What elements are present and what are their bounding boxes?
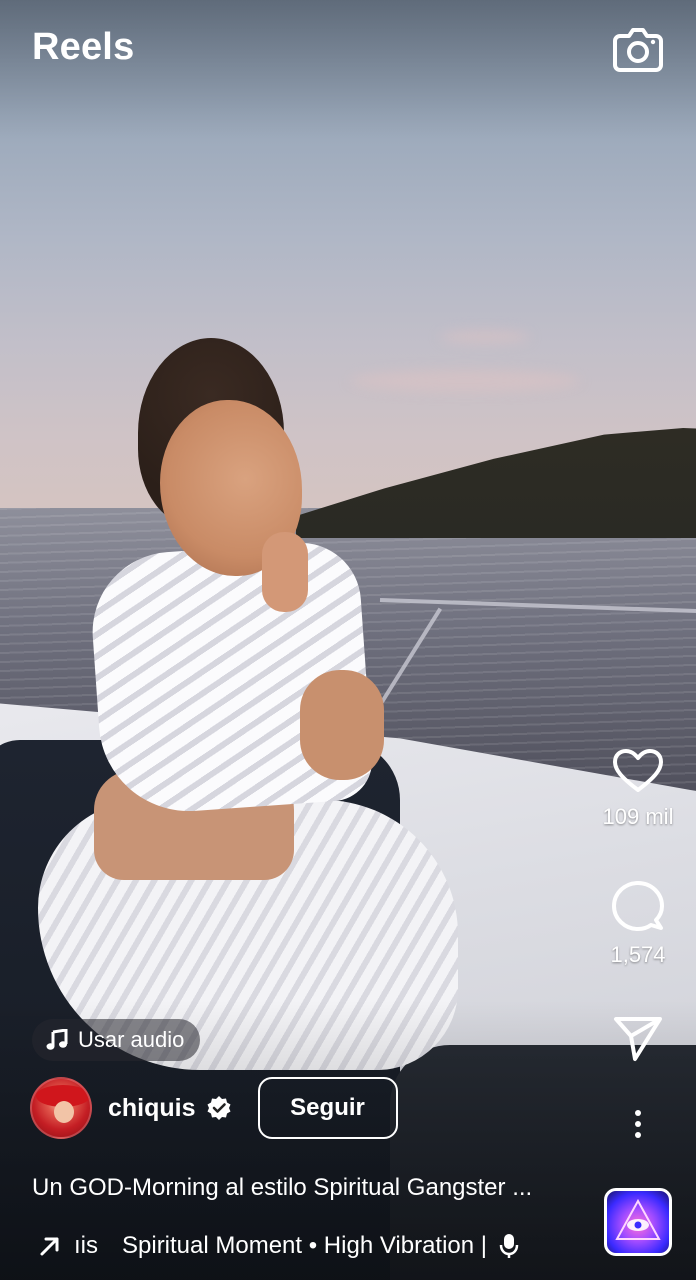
use-audio-button[interactable]: Usar audio: [32, 1019, 201, 1061]
audio-track-name: Spiritual Moment • High Vibration |: [122, 1232, 488, 1259]
more-dot: [635, 1121, 641, 1127]
avatar[interactable]: [30, 1077, 92, 1139]
top-shade: [0, 0, 696, 140]
video-person-arm: [300, 670, 384, 780]
author-row: chiquis Seguir: [30, 1076, 398, 1140]
eye-pyramid-icon: [615, 1198, 661, 1240]
follow-button[interactable]: Seguir: [257, 1077, 398, 1139]
verified-badge-icon: [207, 1096, 231, 1120]
reel-caption[interactable]: Un GOD-Morning al estilo Spiritual Gangs…: [32, 1174, 592, 1202]
video-cloud: [440, 330, 530, 344]
microphone-icon: [499, 1234, 519, 1258]
more-dot: [635, 1132, 641, 1138]
more-options-button[interactable]: [618, 1104, 658, 1144]
send-icon: [614, 1017, 662, 1061]
camera-button[interactable]: [612, 26, 664, 74]
reels-screen: Reels 109 mil 1,574 Usar audio chiquis S…: [0, 0, 696, 1280]
music-note-icon: [46, 1029, 68, 1050]
comment-count: 1,574: [610, 942, 666, 967]
trending-arrow-icon: [40, 1237, 59, 1256]
avatar-face: [54, 1101, 74, 1123]
audio-thumbnail[interactable]: [604, 1188, 672, 1256]
audio-track-prefix: ıis: [74, 1232, 98, 1259]
page-title: Reels: [32, 26, 135, 68]
comment-icon: [612, 881, 664, 931]
video-cloud: [350, 370, 580, 392]
heart-icon: [613, 749, 663, 792]
like-count: 109 mil: [602, 804, 674, 829]
more-dot: [635, 1110, 641, 1116]
share-button[interactable]: [588, 1016, 688, 1062]
video-person-hand: [262, 532, 308, 612]
comment-button[interactable]: 1,574: [588, 880, 688, 968]
author-username[interactable]: chiquis: [108, 1094, 196, 1123]
like-button[interactable]: 109 mil: [588, 748, 688, 830]
use-audio-label: Usar audio: [78, 1027, 185, 1052]
audio-track-row[interactable]: ıis Spiritual Moment • High Vibration |: [38, 1228, 519, 1264]
camera-icon: [613, 28, 663, 72]
